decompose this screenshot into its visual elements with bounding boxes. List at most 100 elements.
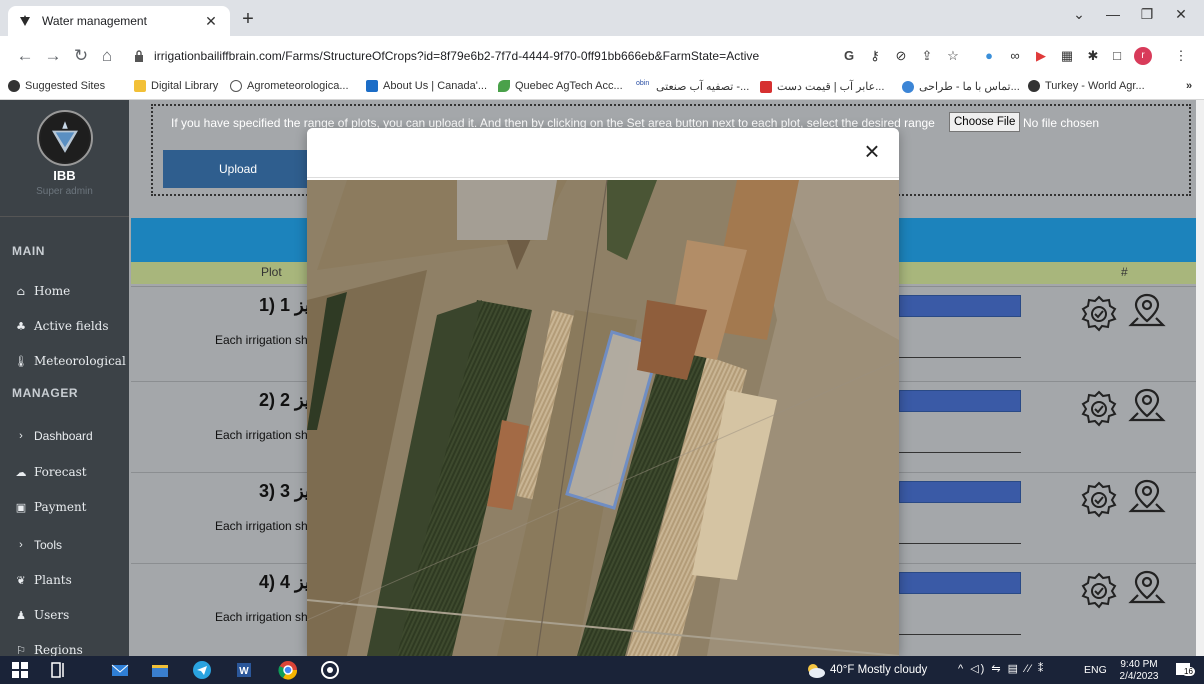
chevron-right-icon: › — [19, 430, 23, 442]
map-pin-icon[interactable] — [1127, 477, 1167, 517]
share-icon[interactable]: ⇪ — [918, 47, 936, 65]
settings-gear-icon[interactable] — [1079, 388, 1119, 428]
extension-icon[interactable]: ● — [980, 47, 998, 65]
tab-close-icon[interactable]: ✕ — [202, 13, 220, 30]
mail-icon[interactable] — [110, 660, 130, 680]
sidepanel-icon[interactable]: □ — [1108, 47, 1126, 65]
key-icon[interactable]: ⚷ — [866, 47, 884, 65]
plot-status-bar — [899, 295, 1021, 317]
sidebar-item-plants[interactable]: ❦ Plants — [14, 573, 71, 587]
tab-title: Water management — [42, 14, 147, 28]
file-explorer-icon[interactable] — [150, 660, 170, 680]
browser-tab[interactable]: Water management ✕ — [8, 6, 230, 36]
sidebar-item-tools[interactable]: › Tools — [14, 538, 62, 552]
clock-time: 9:40 PM — [1120, 659, 1158, 670]
leaf-icon — [498, 80, 510, 92]
map-pin-icon[interactable] — [1127, 291, 1167, 331]
notification-center-button[interactable]: 16 — [1174, 661, 1195, 679]
settings-gear-icon[interactable] — [1079, 479, 1119, 519]
bookmark-water-treatment[interactable]: تصفیه آب صنعتی -... — [656, 80, 749, 93]
eye-slash-icon[interactable]: ⊘ — [892, 47, 910, 65]
bookmark-digital-library[interactable]: Digital Library — [134, 80, 218, 92]
lock-icon — [135, 50, 143, 62]
sidebar-item-payment[interactable]: ▣ Payment — [14, 500, 87, 514]
sidebar-item-forecast[interactable]: ☁ Forecast — [14, 465, 87, 479]
bookmark-about-us-canada[interactable]: About Us | Canada'... — [366, 80, 487, 92]
telegram-icon[interactable] — [192, 660, 212, 680]
menu-icon[interactable]: ⋮ — [1172, 47, 1190, 65]
clock[interactable]: 9:40 PM 2/4/2023 — [1116, 659, 1162, 683]
sidebar: IBB Super admin MAIN ⌂ Home ♣ Active field… — [0, 100, 129, 656]
close-window-icon[interactable]: ✕ — [1166, 6, 1196, 23]
minimize-icon[interactable]: — — [1098, 6, 1128, 22]
extension-2-icon[interactable]: ∞ — [1006, 47, 1024, 65]
settings-gear-icon[interactable] — [1079, 570, 1119, 610]
page-scrollbar[interactable] — [1196, 100, 1204, 656]
settings-gear-icon[interactable] — [1079, 293, 1119, 333]
new-tab-button[interactable]: + — [236, 8, 260, 31]
bookmark-obin[interactable]: obin — [636, 80, 649, 87]
bookmark-contact-us[interactable]: تماس با ما - طراحی... — [902, 80, 1020, 93]
sidebar-item-home[interactable]: ⌂ Home — [14, 284, 70, 298]
leaf-icon: ❦ — [16, 573, 26, 587]
chrome-icon[interactable] — [278, 660, 298, 680]
forecast-icon: ☁ — [15, 465, 27, 479]
plot-description: Each irrigation sh — [215, 333, 308, 347]
file-status: No file chosen — [1023, 116, 1100, 130]
plot-status-bar — [899, 481, 1021, 503]
sidebar-item-regions[interactable]: ⚐ Regions — [14, 643, 83, 656]
globe-icon — [8, 80, 20, 92]
forward-icon[interactable]: → — [42, 45, 64, 67]
map-pin-icon[interactable] — [1127, 568, 1167, 608]
sidebar-item-dashboard[interactable]: › Dashboard — [14, 429, 93, 443]
modal-close-button[interactable]: × — [857, 136, 887, 166]
notification-count: 16 — [1182, 667, 1195, 676]
word-icon[interactable]: W — [234, 660, 254, 680]
home-icon: ⌂ — [16, 284, 26, 298]
modal-header: × — [307, 128, 899, 178]
google-icon[interactable]: G — [840, 47, 858, 65]
bookmark-aber-ab[interactable]: عابر آب | قیمت دست... — [760, 80, 884, 93]
plot-divider — [899, 452, 1021, 453]
svg-text:W: W — [239, 666, 249, 677]
home-icon[interactable]: ⌂ — [96, 45, 118, 67]
drop-icon — [902, 80, 914, 93]
back-icon[interactable]: ← — [14, 45, 36, 67]
extension-4-icon[interactable]: ▦ — [1058, 47, 1076, 65]
windows-start-icon[interactable] — [10, 660, 30, 680]
plot-description: Each irrigation sh — [215, 519, 308, 533]
column-plot: Plot — [261, 265, 282, 279]
choose-file-button[interactable]: Choose File — [949, 112, 1021, 132]
brand-name: IBB — [53, 168, 76, 183]
reload-icon[interactable]: ↻ — [70, 45, 92, 67]
plot-description: Each irrigation sh — [215, 610, 308, 624]
satellite-map[interactable] — [307, 180, 899, 656]
agro-icon — [230, 80, 242, 92]
plot-divider — [899, 543, 1021, 544]
weather-text[interactable]: 40°F Mostly cloudy — [830, 664, 927, 676]
map-pin-icon[interactable] — [1127, 386, 1167, 426]
bookmark-suggested-sites[interactable]: Suggested Sites — [8, 80, 105, 92]
star-icon[interactable]: ☆ — [944, 47, 962, 65]
puzzle-icon[interactable]: ✱ — [1084, 47, 1102, 65]
task-view-icon[interactable] — [48, 660, 68, 680]
more-bookmarks-icon[interactable]: » — [1186, 80, 1192, 92]
thermometer-icon: 🌡 — [14, 354, 28, 368]
bookmark-agrometeorological[interactable]: Agrometeorologica... — [230, 80, 349, 92]
sidebar-item-active-fields[interactable]: ♣ Active fields — [14, 319, 108, 333]
sidebar-item-meteorological[interactable]: 🌡 Meteorological — [14, 354, 126, 368]
sidebar-item-users[interactable]: ♟ Users — [14, 608, 69, 622]
bookmark-turkey-world-agr[interactable]: Turkey - World Agr... — [1028, 80, 1145, 92]
system-tray-icons[interactable]: ^ ◁) ⇋ ▤ ⁄⁄ ⁑ — [958, 662, 1045, 675]
language-indicator[interactable]: ENG — [1084, 664, 1107, 676]
upload-button[interactable]: Upload — [163, 150, 313, 188]
tab-search-icon[interactable]: ⌄ — [1064, 6, 1094, 23]
app-icon[interactable] — [320, 660, 340, 680]
plot-status-bar — [899, 390, 1021, 412]
profile-avatar-icon[interactable]: r — [1134, 47, 1152, 65]
section-main: MAIN — [12, 244, 46, 258]
extension-3-icon[interactable]: ▶ — [1032, 47, 1050, 65]
restore-icon[interactable]: ❐ — [1132, 6, 1162, 23]
chevron-right-icon: › — [19, 539, 23, 551]
bookmark-quebec-agtech[interactable]: Quebec AgTech Acc... — [498, 80, 623, 92]
